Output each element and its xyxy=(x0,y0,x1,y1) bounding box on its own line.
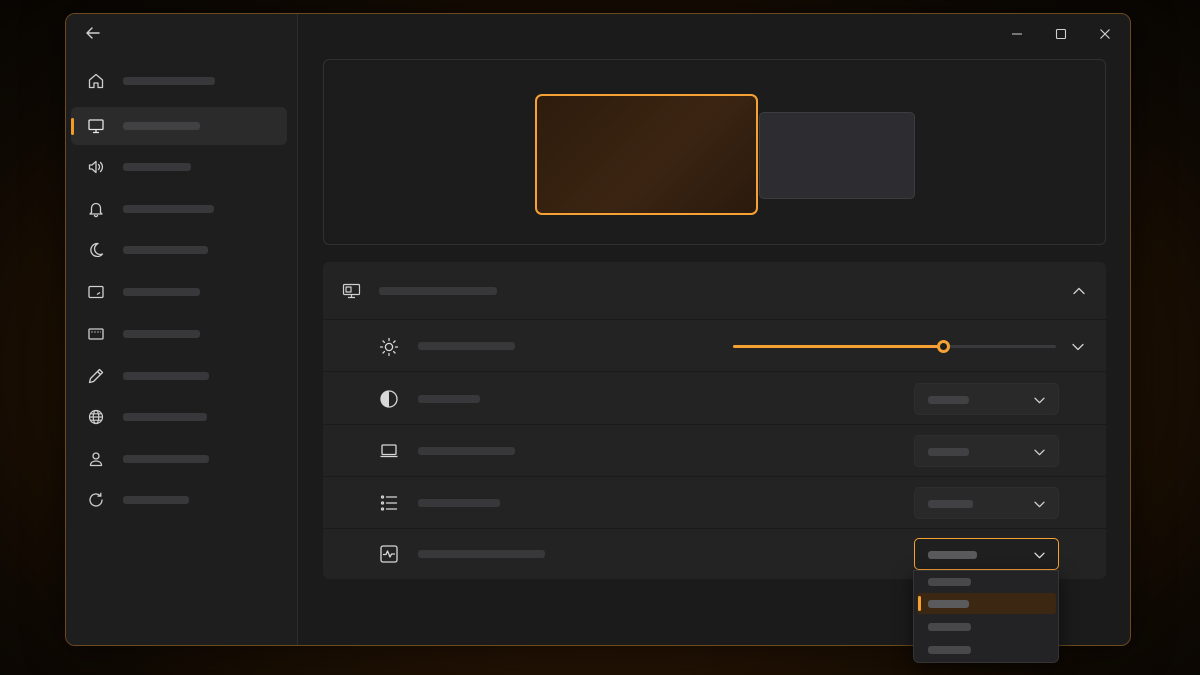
section-header[interactable] xyxy=(323,262,1106,320)
slider-thumb[interactable] xyxy=(936,340,950,353)
laptop-dropdown[interactable] xyxy=(914,435,1059,467)
monitor-2-tile[interactable] xyxy=(759,112,915,199)
home-icon xyxy=(86,71,106,91)
sidebar-item-label xyxy=(123,413,207,421)
sidebar-item-label xyxy=(123,288,200,296)
display-settings-card xyxy=(323,262,1106,579)
setting-row-list xyxy=(323,477,1106,529)
sidebar-item-label xyxy=(123,372,209,380)
chevron-up-icon[interactable] xyxy=(1072,284,1086,298)
sidebar-item-label xyxy=(123,330,200,338)
sidebar-item-focus[interactable] xyxy=(71,231,287,269)
globe-icon xyxy=(86,407,106,427)
sun-icon xyxy=(379,337,399,357)
chevron-down-icon xyxy=(1032,393,1046,407)
sidebar xyxy=(66,14,298,645)
keyboard-icon xyxy=(86,324,106,344)
tablet-icon xyxy=(86,282,106,302)
sidebar-item-label xyxy=(123,77,215,85)
dropdown-value xyxy=(928,500,973,508)
sidebar-item-label xyxy=(123,122,200,130)
sidebar-item-pen[interactable] xyxy=(71,357,287,395)
minimize-button[interactable] xyxy=(1006,23,1028,45)
dropdown-option[interactable] xyxy=(917,616,1056,637)
setting-label xyxy=(418,342,515,350)
sidebar-item-accounts[interactable] xyxy=(71,440,287,478)
maximize-button[interactable] xyxy=(1050,23,1072,45)
refresh-icon xyxy=(86,490,106,510)
sidebar-item-tablet[interactable] xyxy=(71,273,287,311)
sidebar-item-label xyxy=(123,163,191,171)
option-label xyxy=(928,578,971,586)
sidebar-item-label xyxy=(123,205,214,213)
sidebar-item-update[interactable] xyxy=(71,481,287,519)
pen-icon xyxy=(86,366,106,386)
sidebar-item-sound[interactable] xyxy=(71,148,287,186)
arrow-left-icon xyxy=(86,27,100,39)
contrast-dropdown[interactable] xyxy=(914,383,1059,415)
contrast-icon xyxy=(379,389,399,409)
monitor-icon xyxy=(86,116,106,136)
sidebar-item-display[interactable] xyxy=(71,107,287,145)
setting-row-brightness xyxy=(323,320,1106,372)
setting-label xyxy=(418,499,500,507)
chevron-down-icon xyxy=(1032,497,1046,511)
close-icon xyxy=(1100,29,1110,39)
chevron-down-icon xyxy=(1032,445,1046,459)
list-icon xyxy=(379,493,399,513)
activity-icon xyxy=(379,544,399,564)
setting-label xyxy=(418,447,515,455)
main-content xyxy=(299,14,1130,645)
list-dropdown[interactable] xyxy=(914,487,1059,519)
sidebar-item-notifications[interactable] xyxy=(71,190,287,228)
minimize-icon xyxy=(1012,33,1022,35)
brightness-slider[interactable] xyxy=(733,340,1056,353)
option-label xyxy=(928,623,971,631)
chevron-down-icon xyxy=(1032,548,1046,562)
display-icon xyxy=(341,281,361,301)
dropdown-value xyxy=(928,396,969,404)
maximize-icon xyxy=(1055,28,1067,40)
sidebar-item-label xyxy=(123,246,208,254)
bell-icon xyxy=(86,199,106,219)
dropdown-option-selected[interactable] xyxy=(917,593,1056,614)
option-label xyxy=(928,646,971,654)
sidebar-item-keyboard[interactable] xyxy=(71,315,287,353)
setting-label xyxy=(418,550,545,558)
section-title xyxy=(379,287,497,295)
activity-dropdown[interactable] xyxy=(914,538,1059,570)
laptop-icon xyxy=(379,441,399,461)
setting-row-contrast xyxy=(323,373,1106,425)
back-button[interactable] xyxy=(82,22,104,44)
setting-label xyxy=(418,395,480,403)
dropdown-value xyxy=(928,551,977,559)
dropdown-option[interactable] xyxy=(917,639,1056,660)
moon-icon xyxy=(86,240,106,260)
slider-fill xyxy=(733,345,943,348)
sidebar-item-language[interactable] xyxy=(71,398,287,436)
display-arrangement-preview xyxy=(323,59,1106,245)
dropdown-menu xyxy=(913,570,1059,663)
option-label xyxy=(928,600,969,608)
setting-row-laptop xyxy=(323,425,1106,477)
close-button[interactable] xyxy=(1094,23,1116,45)
settings-window xyxy=(65,13,1131,646)
dropdown-value xyxy=(928,448,969,456)
speaker-icon xyxy=(86,157,106,177)
chevron-down-icon[interactable] xyxy=(1071,340,1085,354)
sidebar-item-label xyxy=(123,455,209,463)
dropdown-option[interactable] xyxy=(917,571,1056,592)
monitor-1-tile[interactable] xyxy=(535,94,758,215)
person-icon xyxy=(86,449,106,469)
sidebar-item-label xyxy=(123,496,189,504)
sidebar-item-home[interactable] xyxy=(71,62,287,100)
